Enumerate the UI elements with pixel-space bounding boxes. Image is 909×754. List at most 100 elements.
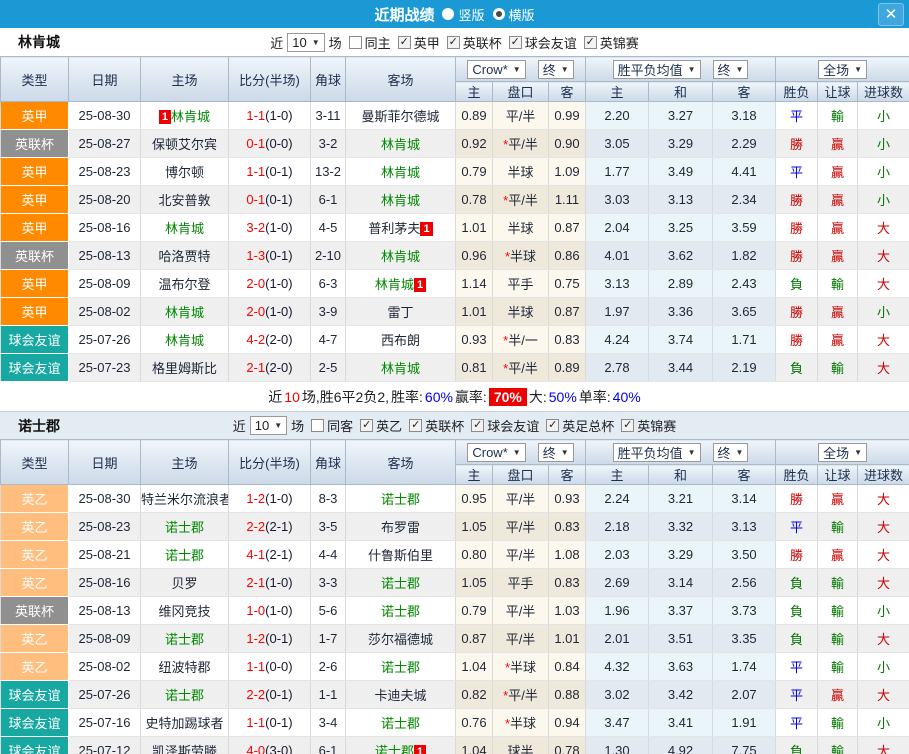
league-checkbox[interactable]: ✓球会友谊 bbox=[502, 33, 577, 52]
summary-part: 近 bbox=[268, 387, 282, 407]
league-checkbox[interactable]: ✓英联杯 bbox=[440, 33, 502, 52]
avg-draw-odds: 3.51 bbox=[649, 625, 713, 653]
team-label: 诺士郡 bbox=[381, 576, 420, 591]
period-select[interactable]: 全场 ▼ bbox=[818, 60, 867, 79]
avg-away-odds: 3.65 bbox=[713, 298, 776, 326]
chevron-down-icon: ▼ bbox=[274, 421, 282, 430]
result-label: 小 bbox=[877, 165, 890, 180]
fulltime-score: 2-0 bbox=[246, 276, 265, 291]
odds-source-select[interactable]: Crow* ▼ bbox=[467, 443, 525, 462]
odds-home: 0.78 bbox=[456, 186, 493, 214]
handicap-label: 平/半 bbox=[508, 361, 538, 376]
home-team: 哈洛贾特 bbox=[141, 242, 229, 270]
layout-horizontal-label: 横版 bbox=[509, 5, 535, 24]
match-date: 25-08-02 bbox=[69, 298, 141, 326]
match-row: 英乙25-08-09诺士郡1-2(0-1)1-7莎尔福德城0.87平/半1.01… bbox=[1, 625, 909, 653]
handicap-label: 半球 bbox=[510, 249, 536, 264]
result-handicap: 贏 bbox=[818, 326, 858, 354]
sub-col-result: 胜负 bbox=[776, 465, 818, 485]
league-checkbox[interactable]: ✓英甲 bbox=[391, 33, 440, 52]
section-header-home-team: 林肯城 近 10 ▼ 场 同主 ✓英甲✓英联杯✓球会友谊✓英锦赛 bbox=[0, 28, 909, 56]
sub-col-goals-result: 进球数 bbox=[858, 465, 909, 485]
result-handicap: 輸 bbox=[818, 354, 858, 382]
odds-time-select[interactable]: 终 ▼ bbox=[538, 60, 574, 79]
league-checkbox[interactable]: ✓球会友谊 bbox=[464, 416, 539, 435]
result-label: 輸 bbox=[831, 576, 844, 591]
result-label: 贏 bbox=[831, 221, 844, 236]
result-label: 小 bbox=[877, 193, 890, 208]
sub-col-odds-away: 客 bbox=[549, 465, 586, 485]
match-count-select[interactable]: 10 ▼ bbox=[250, 416, 287, 435]
match-date: 25-07-16 bbox=[69, 709, 141, 737]
result-label: 大 bbox=[877, 688, 890, 703]
card-badge: 1 bbox=[414, 278, 426, 292]
avg-draw-odds: 3.32 bbox=[649, 513, 713, 541]
section-header-away-team: 诺士郡 近 10 ▼ 场 同客 ✓英乙✓英联杯✓球会友谊✓英足总杯✓英锦赛 bbox=[0, 411, 909, 439]
same-venue-checkbox[interactable]: 同客 bbox=[304, 416, 353, 435]
result-label: 大 bbox=[877, 520, 890, 535]
same-venue-checkbox[interactable]: 同主 bbox=[342, 33, 391, 52]
odds-home: 0.95 bbox=[456, 485, 493, 513]
avg-home-odds: 1.30 bbox=[586, 737, 649, 754]
sub-col-handicap: 盘口 bbox=[493, 82, 549, 102]
match-count-select[interactable]: 10 ▼ bbox=[287, 33, 324, 52]
team-label: 保顿艾尔宾 bbox=[152, 137, 217, 152]
odds-away: 0.94 bbox=[549, 709, 586, 737]
home-team: 博尔顿 bbox=[141, 158, 229, 186]
team-label: 诺士郡 bbox=[381, 660, 420, 675]
league-label: 英锦赛 bbox=[637, 416, 676, 435]
result-label: 勝 bbox=[790, 305, 803, 320]
league-checkbox[interactable]: ✓英足总杯 bbox=[539, 416, 614, 435]
avg-home-odds: 1.97 bbox=[586, 298, 649, 326]
away-team: 诺士郡 bbox=[346, 653, 456, 681]
layout-horizontal-radio[interactable]: 横版 bbox=[493, 5, 535, 24]
score-cell: 2-2(0-1) bbox=[229, 681, 311, 709]
chevron-down-icon: ▼ bbox=[561, 448, 569, 457]
summary-line: 近10场,胜6平2负2, 胜率:60% 赢率:70% 大:50% 单率:40% bbox=[0, 382, 909, 411]
score-cell: 0-1(0-1) bbox=[229, 186, 311, 214]
league-checkbox[interactable]: ✓英联杯 bbox=[402, 416, 464, 435]
odds-time-select[interactable]: 终 ▼ bbox=[538, 443, 574, 462]
avg-away-odds: 1.91 bbox=[713, 709, 776, 737]
halftime-score: (2-0) bbox=[265, 360, 292, 375]
corner-count: 6-3 bbox=[311, 270, 346, 298]
col-home: 主场 bbox=[141, 440, 229, 485]
match-date: 25-08-16 bbox=[69, 214, 141, 242]
match-date: 25-08-13 bbox=[69, 597, 141, 625]
handicap-label: 半球 bbox=[510, 716, 536, 731]
league-checkbox[interactable]: ✓英锦赛 bbox=[614, 416, 676, 435]
odds-home: 0.93 bbox=[456, 326, 493, 354]
avg-time-select[interactable]: 终 ▼ bbox=[713, 60, 749, 79]
avg-home-odds: 4.01 bbox=[586, 242, 649, 270]
result-goals: 大 bbox=[858, 681, 909, 709]
result-outcome: 平 bbox=[776, 681, 818, 709]
home-team: 林肯城 bbox=[141, 326, 229, 354]
league-checkbox[interactable]: ✓英乙 bbox=[353, 416, 402, 435]
league-checkbox[interactable]: ✓英锦赛 bbox=[577, 33, 639, 52]
match-row: 英联杯25-08-13哈洛贾特1-3(0-1)2-10林肯城0.96*半球0.8… bbox=[1, 242, 909, 270]
checkbox-checked-icon: ✓ bbox=[584, 36, 597, 49]
odds-home: 0.76 bbox=[456, 709, 493, 737]
odds-away: 1.08 bbox=[549, 541, 586, 569]
match-date: 25-08-30 bbox=[69, 485, 141, 513]
result-goals: 小 bbox=[858, 597, 909, 625]
period-select[interactable]: 全场 ▼ bbox=[818, 443, 867, 462]
result-outcome: 負 bbox=[776, 737, 818, 754]
result-handicap: 輸 bbox=[818, 737, 858, 754]
fulltime-score: 1-1 bbox=[246, 164, 265, 179]
result-label: 平 bbox=[790, 109, 803, 124]
result-label: 平 bbox=[790, 660, 803, 675]
result-handicap: 輸 bbox=[818, 625, 858, 653]
result-goals: 小 bbox=[858, 158, 909, 186]
avg-odds-select[interactable]: 胜平负均值 ▼ bbox=[613, 443, 701, 462]
close-button[interactable]: ✕ bbox=[878, 3, 904, 26]
odds-handicap: 平/半 bbox=[493, 485, 549, 513]
avg-away-odds: 3.35 bbox=[713, 625, 776, 653]
layout-vertical-radio[interactable]: 竖版 bbox=[442, 5, 484, 24]
fulltime-score: 2-1 bbox=[246, 575, 265, 590]
avg-odds-select[interactable]: 胜平负均值 ▼ bbox=[613, 60, 701, 79]
odds-source-select[interactable]: Crow* ▼ bbox=[467, 60, 525, 79]
avg-time-select[interactable]: 终 ▼ bbox=[713, 443, 749, 462]
result-goals: 小 bbox=[858, 186, 909, 214]
home-team: 史特加踢球者 bbox=[141, 709, 229, 737]
